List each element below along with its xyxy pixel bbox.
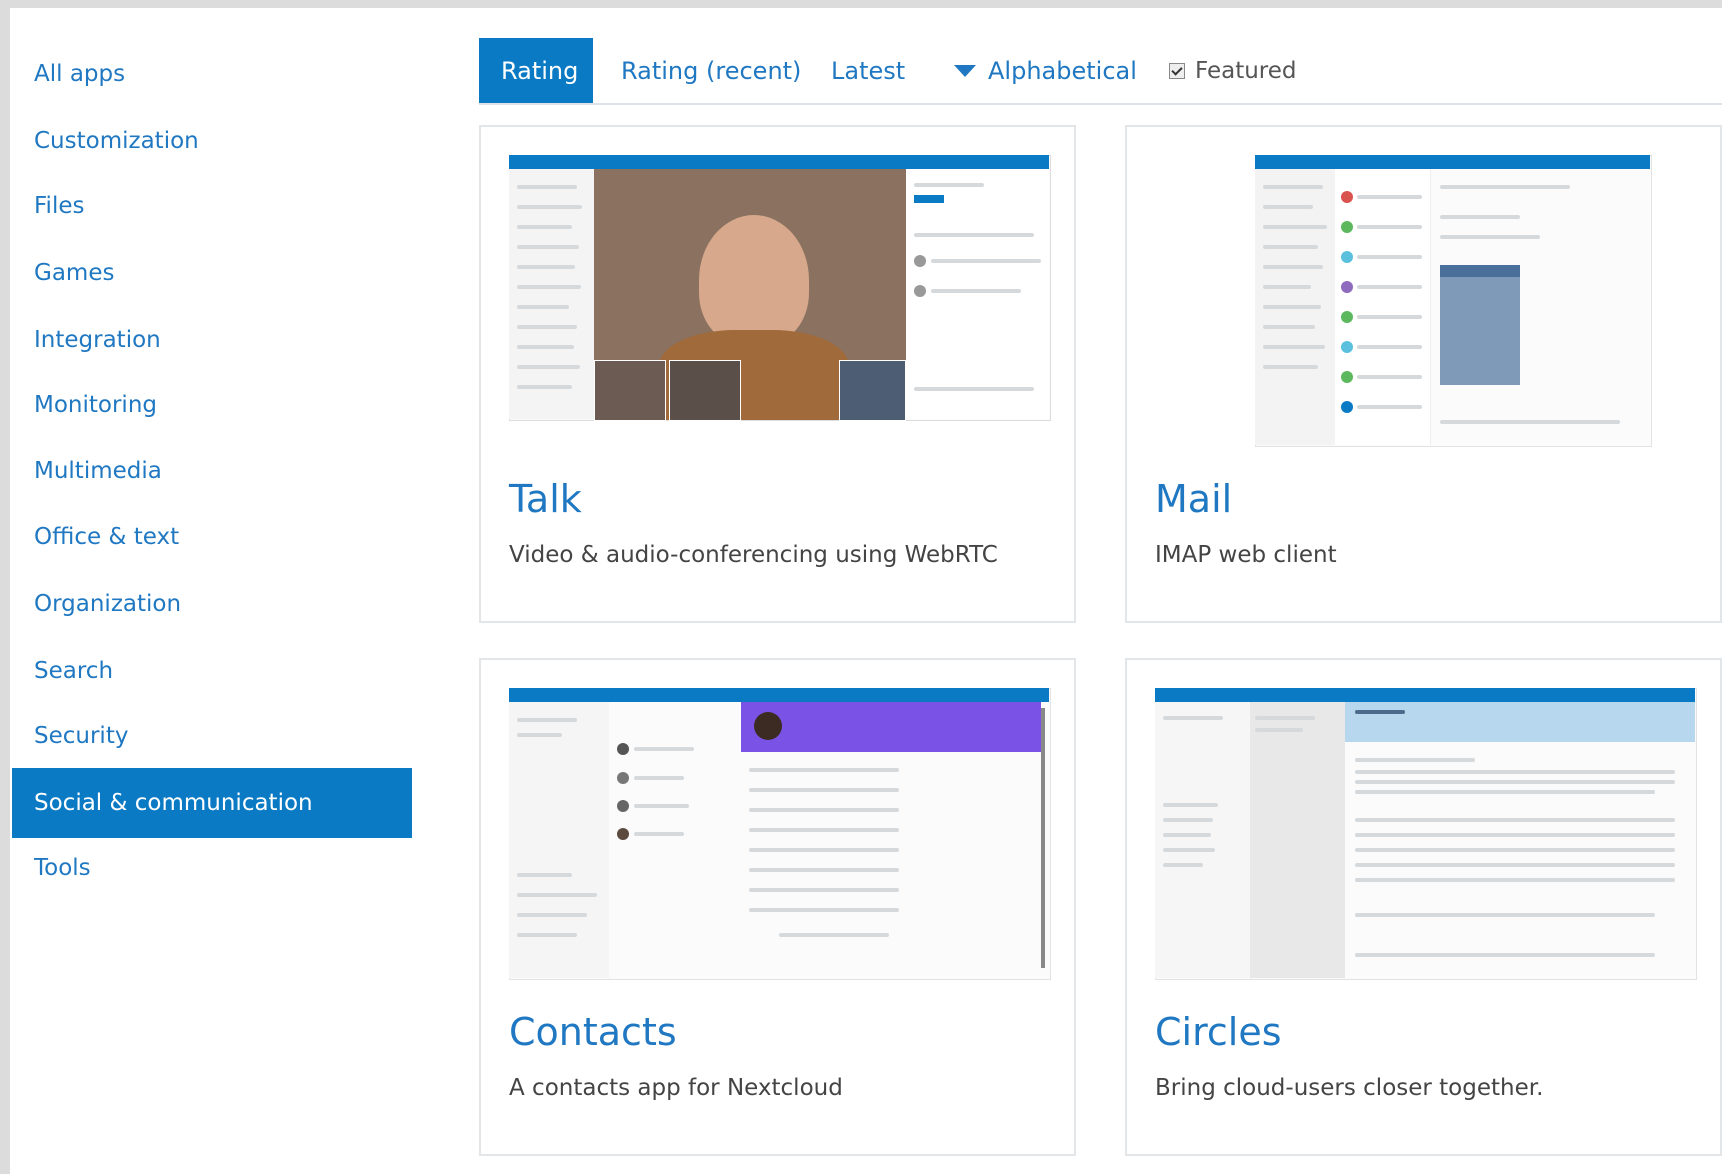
sidebar-item-integration[interactable]: Integration — [12, 305, 412, 375]
app-card-mail[interactable]: Mail IMAP web client — [1125, 125, 1722, 623]
sidebar-item-social-communication[interactable]: Social & communication — [12, 768, 412, 838]
app-description-talk: Video & audio-conferencing using WebRTC — [509, 542, 998, 568]
tab-rating[interactable]: Rating — [479, 38, 593, 103]
app-description-contacts: A contacts app for Nextcloud — [509, 1075, 843, 1101]
app-title-contacts[interactable]: Contacts — [509, 1010, 677, 1054]
app-description-mail: IMAP web client — [1155, 542, 1337, 568]
sidebar-item-security[interactable]: Security — [12, 701, 412, 771]
sidebar-item-office-text[interactable]: Office & text — [12, 502, 412, 572]
app-screenshot-talk — [509, 155, 1051, 445]
app-store-window: All apps Customization Files Games Integ… — [10, 8, 1722, 1174]
featured-filter[interactable]: Featured — [1169, 38, 1297, 103]
sidebar-item-customization[interactable]: Customization — [12, 106, 412, 176]
sidebar-item-organization[interactable]: Organization — [12, 569, 412, 639]
app-description-circles: Bring cloud-users closer together. — [1155, 1075, 1544, 1101]
sidebar-item-tools[interactable]: Tools — [12, 833, 412, 903]
sidebar-item-files[interactable]: Files — [12, 171, 412, 241]
app-screenshot-circles — [1155, 688, 1697, 980]
tab-latest[interactable]: Latest — [831, 38, 905, 103]
tab-alphabetical-label: Alphabetical — [988, 56, 1137, 85]
sidebar-item-search[interactable]: Search — [12, 636, 412, 706]
tab-rating-recent[interactable]: Rating (recent) — [621, 38, 801, 103]
category-sidebar: All apps Customization Files Games Integ… — [10, 8, 412, 1174]
app-card-circles[interactable]: Circles Bring cloud-users closer togethe… — [1125, 658, 1722, 1156]
app-title-talk[interactable]: Talk — [509, 477, 582, 521]
featured-checkbox[interactable] — [1169, 62, 1185, 79]
app-screenshot-mail — [1155, 155, 1695, 447]
app-title-circles[interactable]: Circles — [1155, 1010, 1282, 1054]
sidebar-item-monitoring[interactable]: Monitoring — [12, 370, 412, 440]
app-card-contacts[interactable]: Contacts A contacts app for Nextcloud — [479, 658, 1076, 1156]
sidebar-item-all-apps[interactable]: All apps — [12, 39, 412, 109]
tab-alphabetical[interactable]: Alphabetical — [954, 38, 1137, 103]
sidebar-item-multimedia[interactable]: Multimedia — [12, 436, 412, 506]
sort-tabs: Rating Rating (recent) Latest Alphabetic… — [479, 38, 1722, 105]
sidebar-item-games[interactable]: Games — [12, 238, 412, 308]
chevron-down-icon — [954, 64, 976, 77]
featured-label: Featured — [1195, 57, 1297, 84]
app-screenshot-contacts — [509, 688, 1051, 980]
app-card-talk[interactable]: Talk Video & audio-conferencing using We… — [479, 125, 1076, 623]
app-title-mail[interactable]: Mail — [1155, 477, 1232, 521]
